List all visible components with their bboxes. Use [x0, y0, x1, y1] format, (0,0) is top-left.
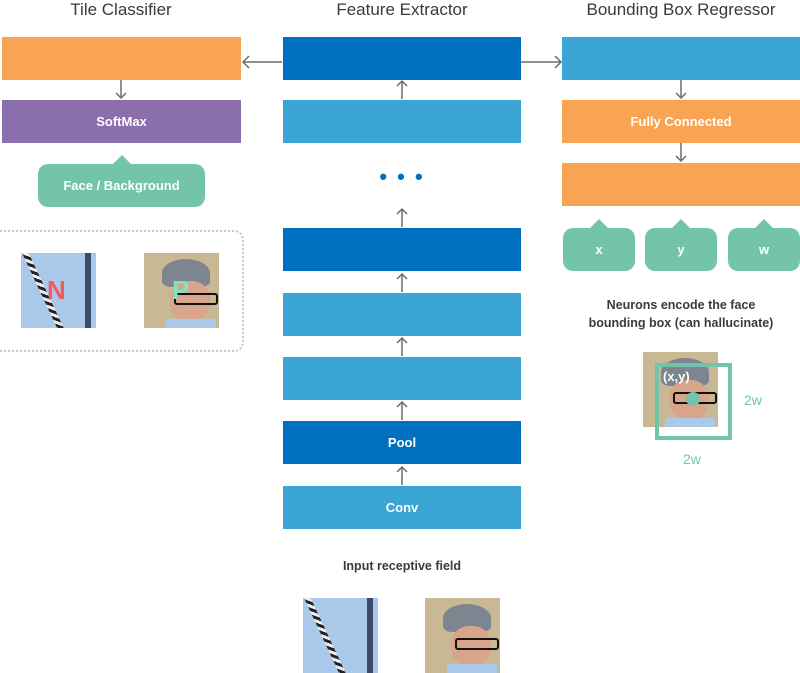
conv-layer: Conv — [283, 486, 521, 529]
output-x-label: x — [595, 242, 603, 257]
feature-layer-2 — [283, 100, 521, 143]
layers-ellipsis: • • • — [379, 164, 425, 189]
pool-layer: Pool — [283, 421, 521, 464]
softmax-label: SoftMax — [96, 114, 147, 129]
fully-connected-label: Fully Connected — [630, 114, 732, 129]
bbox-input-layer — [562, 37, 800, 80]
feature-layer-5 — [283, 357, 521, 400]
negative-example-image: N — [21, 253, 96, 328]
bbox-output-layer — [562, 163, 800, 206]
pool-label: Pool — [387, 435, 417, 450]
center-point-dot — [686, 392, 700, 406]
input-positive-image — [425, 598, 500, 673]
positive-example-image: P — [144, 253, 219, 328]
feature-layer-4 — [283, 293, 521, 336]
fully-connected-layer: Fully Connected — [562, 100, 800, 143]
center-point-label: (x,y) — [663, 369, 690, 384]
feature-layer-3 — [283, 228, 521, 271]
output-w: w — [728, 219, 800, 271]
glasses-shape — [455, 638, 499, 650]
feature-layer-top — [283, 37, 521, 80]
output-x: x — [563, 219, 635, 271]
softmax-layer: SoftMax — [2, 100, 241, 143]
input-negative-image — [303, 598, 378, 673]
positive-label: P — [172, 275, 190, 305]
tie-stripe — [85, 253, 91, 328]
output-y: y — [645, 219, 717, 271]
neurons-caption-line2: bounding box (can hallucinate) — [588, 316, 774, 330]
negative-label: N — [47, 275, 66, 305]
shirt-shape — [447, 664, 497, 673]
tie-stripe — [367, 598, 373, 673]
tile-classifier-dense-layer — [2, 37, 241, 80]
output-y-label: y — [677, 242, 685, 257]
face-background-label: Face / Background — [63, 178, 180, 193]
input-receptive-field-caption: Input receptive field — [342, 559, 462, 573]
shirt-shape — [166, 319, 216, 328]
output-w-label: w — [758, 242, 770, 257]
face-background-output: Face / Background — [38, 155, 205, 207]
conv-label: Conv — [385, 500, 419, 515]
training-examples-box: N P — [0, 230, 244, 352]
suspender-stripe — [304, 598, 348, 673]
box-width-label: 2w — [683, 451, 701, 467]
neurons-caption: Neurons encode the face bounding box (ca… — [562, 296, 800, 332]
neurons-caption-line1: Neurons encode the face — [606, 298, 756, 312]
box-height-label: 2w — [744, 392, 762, 408]
